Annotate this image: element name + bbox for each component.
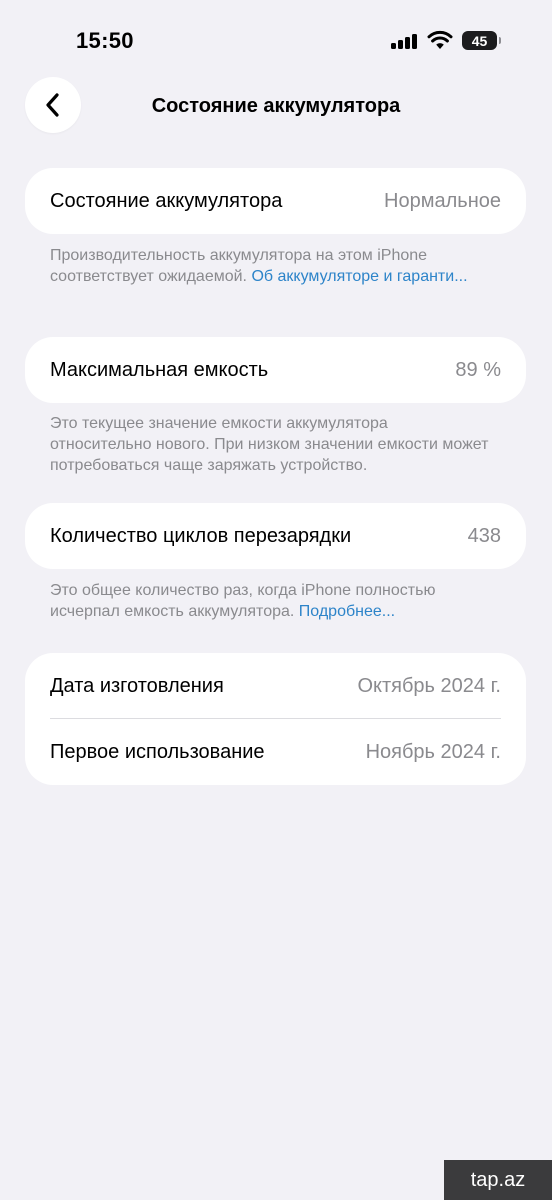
first-use-label: Первое использование: [50, 740, 265, 763]
battery-health-value: Нормальное: [384, 189, 501, 212]
dates-card: Дата изготовления Октябрь 2024 г. Первое…: [25, 653, 526, 785]
cycle-count-value: 438: [467, 524, 501, 547]
cycle-count-card: Количество циклов перезарядки 438: [25, 503, 526, 569]
cycle-count-label: Количество циклов перезарядки: [50, 524, 352, 547]
watermark-logo: tap.az: [444, 1160, 552, 1200]
navigation-bar: Состояние аккумулятора: [0, 76, 552, 136]
first-use-row: Первое использование Ноябрь 2024 г.: [25, 719, 526, 785]
max-capacity-label: Максимальная емкость: [50, 358, 269, 381]
wifi-icon: [427, 30, 453, 49]
status-time: 15:50: [76, 28, 134, 53]
battery-level: 45: [471, 32, 488, 49]
manufacture-date-row: Дата изготовления Октябрь 2024 г.: [25, 653, 526, 719]
battery-health-footnote: Производительность аккумулятора на этом …: [50, 245, 500, 287]
battery-icon: 45: [462, 31, 501, 50]
cellular-signal-icon: [391, 33, 419, 49]
manufacture-date-label: Дата изготовления: [50, 674, 224, 697]
battery-health-card[interactable]: Состояние аккумулятора Нормальное: [25, 168, 526, 234]
status-bar: 15:50 45: [0, 0, 552, 80]
max-capacity-footnote: Это текущее значение емкости аккумулятор…: [50, 415, 489, 474]
max-capacity-value: 89 %: [455, 358, 501, 381]
manufacture-date-value: Октябрь 2024 г.: [357, 674, 501, 697]
more-info-link[interactable]: Подробнее...: [299, 603, 395, 620]
page-title: Состояние аккумулятора: [151, 95, 401, 117]
warranty-link[interactable]: Об аккумуляторе и гаранти...: [251, 268, 467, 285]
battery-health-label: Состояние аккумулятора: [50, 189, 283, 212]
first-use-value: Ноябрь 2024 г.: [365, 740, 501, 763]
cycle-count-footnote: Это общее количество раз, когда iPhone п…: [50, 580, 480, 622]
max-capacity-card: Максимальная емкость 89 %: [25, 337, 526, 403]
